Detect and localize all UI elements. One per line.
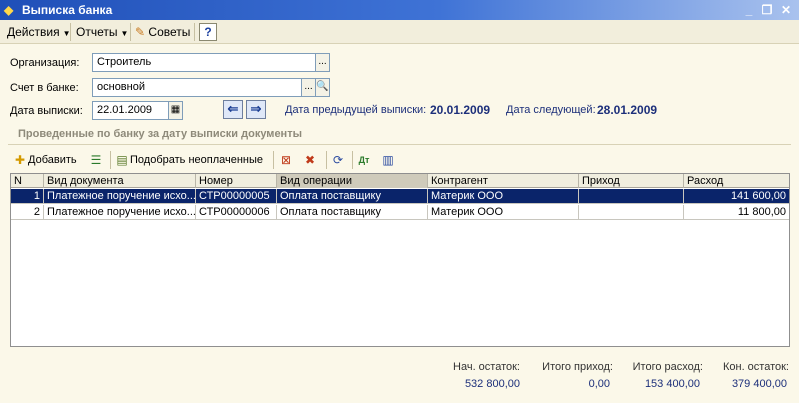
pick-unpaid-label: Подобрать неоплаченные [130,154,264,166]
hierarchy-button[interactable]: ☰ [88,150,104,170]
minimize-icon[interactable]: _ [740,2,758,18]
toolbar-separator [326,151,327,169]
total-expense-value: 153 400,00 [644,378,700,390]
column-header-number[interactable]: N [11,174,44,188]
menu-reports-label: Отчеты [76,25,118,39]
start-balance-value: 532 800,00 [464,378,520,390]
total-income-label: Итого приход: [542,361,613,373]
close-icon[interactable]: ✕ [777,2,795,18]
search-icon[interactable]: 🔍 [315,78,330,97]
table-row[interactable]: 1 Платежное поручение исхо... СТР0000000… [11,189,789,204]
window-title: Выписка банка [22,3,113,17]
row-counterparty: Материк ООО [428,189,579,204]
section-title: Проведенные по банку за дату выписки док… [18,128,302,140]
column-header-doc-number[interactable]: Номер [196,174,277,188]
total-income-value: 0,00 [588,378,610,390]
refresh-button[interactable]: ⟳ [330,150,346,170]
row-operation: Оплата поставщику [277,205,428,220]
total-expense-label: Итого расход: [632,361,703,373]
menu-tips[interactable]: ✎ Советы [135,25,190,39]
menu-separator [130,23,131,41]
menu-actions[interactable]: Действия ▼ [7,25,71,39]
end-balance-label: Кон. остаток: [722,361,789,373]
calendar-icon[interactable]: ▦ [168,101,183,120]
list-button[interactable]: ▥ [380,150,396,170]
dt-kt-icon: Дт [358,155,370,165]
delete-button[interactable]: ✖ [302,150,318,170]
menu-separator [194,23,195,41]
row-counterparty: Материк ООО [428,205,579,220]
account-select-button[interactable]: ... [301,78,316,97]
row-number: 2 [11,205,44,220]
pick-icon: ▤ [116,153,128,167]
column-header-operation[interactable]: Вид операции [277,174,428,188]
next-statement-date[interactable]: 28.01.2009 [597,103,657,117]
pick-unpaid-button[interactable]: ▤ Подобрать неоплаченные [114,150,263,170]
add-icon: ✚ [14,153,26,167]
table-toolbar: ✚ Добавить ☰ ▤ Подобрать неоплаченные ⊠ … [8,149,791,171]
row-doc-number: СТР00000006 [196,205,277,220]
organization-field[interactable]: Строитель [92,53,316,72]
divider [8,144,791,145]
row-expense: 141 600,00 [730,190,786,202]
arrow-left-icon[interactable]: ⇐ [223,100,243,119]
toolbar-separator [110,151,111,169]
row-expense: 11 800,00 [737,206,786,218]
app-icon: ◆ [4,3,14,17]
menu-tips-label: Советы [148,25,191,39]
organization-select-button[interactable]: ... [315,53,330,72]
toolbar-separator [273,151,274,169]
organization-label: Организация: [10,57,80,69]
date-label: Дата выписки: [10,105,83,117]
table-header: N Вид документа Номер Вид операции Контр… [11,174,789,188]
refresh-icon: ⟳ [332,153,344,167]
row-income [579,205,684,220]
column-header-income[interactable]: Приход [579,174,684,188]
column-header-expense[interactable]: Расход [684,174,789,188]
row-doc-number: СТР00000005 [196,189,277,204]
dt-kt-button[interactable]: Дт [356,150,372,170]
account-label: Счет в банке: [10,82,79,94]
add-button[interactable]: ✚ Добавить [12,150,77,170]
documents-table[interactable]: N Вид документа Номер Вид операции Контр… [10,173,790,347]
list-icon: ▥ [382,153,394,167]
column-header-doc-type[interactable]: Вид документа [44,174,196,188]
end-balance-value: 379 400,00 [731,378,787,390]
row-operation: Оплата поставщику [277,189,428,204]
previous-statement-label: Дата предыдущей выписки: [285,104,427,116]
row-income [579,189,684,204]
previous-statement-date[interactable]: 20.01.2009 [430,103,490,117]
menu-bar: Действия ▼ Отчеты ▼ ✎ Советы ? [0,20,799,44]
menu-reports[interactable]: Отчеты ▼ [76,25,128,39]
column-header-counterparty[interactable]: Контрагент [428,174,579,188]
next-statement-label: Дата следующей: [506,104,596,116]
table-row[interactable]: 2 Платежное поручение исхо... СТР0000000… [11,205,789,220]
help-icon[interactable]: ? [199,23,217,41]
row-number: 1 [11,189,44,204]
delete-mark-icon: ⊠ [280,153,292,167]
tips-icon: ✎ [135,25,146,39]
chevron-down-icon: ▼ [120,29,129,38]
date-field[interactable]: 22.01.2009 [92,101,170,120]
row-doc-type: Платежное поручение исхо... [44,205,196,220]
start-balance-label: Нач. остаток: [453,361,520,373]
hierarchy-icon: ☰ [90,153,102,167]
account-field[interactable]: основной [92,78,302,97]
delete-icon: ✖ [304,153,316,167]
delete-mark-button[interactable]: ⊠ [278,150,294,170]
title-bar: ◆ Выписка банка _ ❐ ✕ [0,0,799,20]
toolbar-separator [352,151,353,169]
add-button-label: Добавить [28,154,77,166]
arrow-right-icon[interactable]: ⇒ [246,100,266,119]
restore-icon[interactable]: ❐ [758,2,776,18]
menu-separator [70,23,71,41]
menu-actions-label: Действия [7,25,60,39]
row-doc-type: Платежное поручение исхо... [44,189,196,204]
